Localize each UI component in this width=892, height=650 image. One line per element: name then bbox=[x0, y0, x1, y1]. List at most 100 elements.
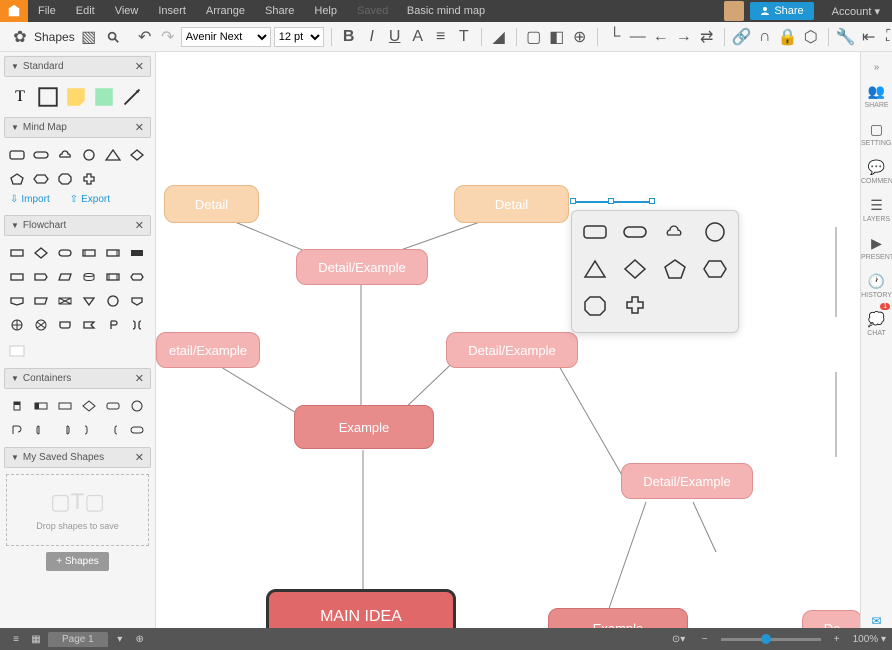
fc-s6[interactable] bbox=[128, 244, 146, 262]
ct-s6[interactable] bbox=[128, 397, 146, 415]
gear-icon[interactable]: ✿ bbox=[10, 27, 30, 47]
fc-s18[interactable] bbox=[128, 292, 146, 310]
ct-s11[interactable] bbox=[104, 421, 122, 439]
menu-edit[interactable]: Edit bbox=[66, 5, 105, 17]
user-avatar[interactable] bbox=[724, 1, 744, 21]
wrench-icon[interactable]: 🔧 bbox=[836, 27, 856, 47]
node-de-1[interactable]: Detail/Example bbox=[296, 249, 428, 285]
app-logo[interactable] bbox=[0, 0, 28, 22]
search-icon[interactable] bbox=[103, 27, 123, 47]
selection-handle[interactable] bbox=[649, 198, 655, 204]
pick-pentagon[interactable] bbox=[662, 258, 688, 285]
ct-s10[interactable] bbox=[80, 421, 98, 439]
canvas[interactable]: Detail Detail Detail/Example etail/Examp… bbox=[156, 52, 860, 650]
align-icon[interactable]: ≡ bbox=[431, 27, 451, 47]
collapse-icon[interactable]: ⇤ bbox=[859, 27, 879, 47]
fc-s9[interactable] bbox=[56, 268, 74, 286]
size-select[interactable]: 12 pt bbox=[274, 27, 324, 47]
panel-containers[interactable]: ▼Containers✕ bbox=[4, 368, 151, 389]
menu-arrange[interactable]: Arrange bbox=[196, 5, 255, 17]
zoom-slider[interactable] bbox=[721, 638, 821, 641]
link-icon[interactable]: 🔗 bbox=[732, 27, 752, 47]
arrow-start-icon[interactable]: ← bbox=[651, 27, 671, 47]
fc-s17[interactable] bbox=[104, 292, 122, 310]
mm-triangle[interactable] bbox=[104, 146, 122, 164]
zoom-target-icon[interactable]: ⊙▾ bbox=[669, 634, 689, 645]
export-link[interactable]: ⇧ Export bbox=[70, 194, 110, 205]
fc-s13[interactable] bbox=[8, 292, 26, 310]
text-options-icon[interactable]: T bbox=[454, 27, 474, 47]
fc-swatch[interactable] bbox=[8, 342, 26, 360]
panel-saved[interactable]: ▼My Saved Shapes✕ bbox=[4, 447, 151, 468]
share-button[interactable]: Share bbox=[750, 2, 813, 20]
mm-diamond[interactable] bbox=[128, 146, 146, 164]
mm-octagon[interactable] bbox=[56, 170, 74, 188]
fc-s14[interactable] bbox=[32, 292, 50, 310]
fc-s4[interactable] bbox=[80, 244, 98, 262]
close-icon[interactable]: ✕ bbox=[135, 372, 144, 385]
fc-s11[interactable] bbox=[104, 268, 122, 286]
italic-icon[interactable]: I bbox=[362, 27, 382, 47]
arrow-end-icon[interactable]: → bbox=[674, 27, 694, 47]
fc-s24[interactable] bbox=[128, 316, 146, 334]
pick-triangle[interactable] bbox=[582, 258, 608, 285]
image-icon[interactable]: ▧ bbox=[79, 27, 99, 47]
ct-s1[interactable] bbox=[8, 397, 26, 415]
fc-s19[interactable] bbox=[8, 316, 26, 334]
document-title[interactable]: Basic mind map bbox=[407, 5, 485, 17]
outline-icon[interactable]: ≡ bbox=[6, 634, 26, 645]
fc-s7[interactable] bbox=[8, 268, 26, 286]
menu-share[interactable]: Share bbox=[255, 5, 304, 17]
zoom-out-icon[interactable]: − bbox=[695, 634, 715, 645]
undo-icon[interactable]: ↶ bbox=[135, 27, 155, 47]
ct-s4[interactable] bbox=[80, 397, 98, 415]
lock-icon[interactable]: 🔒 bbox=[778, 27, 798, 47]
mm-pentagon[interactable] bbox=[8, 170, 26, 188]
text-shape[interactable]: T bbox=[10, 87, 30, 107]
fc-s15[interactable] bbox=[56, 292, 74, 310]
ct-s7[interactable] bbox=[8, 421, 26, 439]
account-menu[interactable]: Account ▾ bbox=[820, 5, 892, 18]
note-shape[interactable] bbox=[66, 87, 86, 107]
close-icon[interactable]: ✕ bbox=[135, 121, 144, 134]
add-shapes-button[interactable]: + Shapes bbox=[46, 552, 109, 571]
ct-s2[interactable] bbox=[32, 397, 50, 415]
pick-rect[interactable] bbox=[582, 221, 608, 248]
pick-circle[interactable] bbox=[702, 221, 728, 248]
menu-insert[interactable]: Insert bbox=[148, 5, 196, 17]
mm-circle[interactable] bbox=[80, 146, 98, 164]
line-icon[interactable]: └ bbox=[605, 27, 625, 47]
rp-present[interactable]: ▶PRESENT bbox=[861, 229, 892, 267]
line-swap-icon[interactable]: ⇄ bbox=[697, 27, 717, 47]
import-link[interactable]: ⇩ Import bbox=[10, 194, 50, 205]
fc-s1[interactable] bbox=[8, 244, 26, 262]
rp-share[interactable]: 👥SHARE bbox=[861, 77, 892, 115]
line-style-icon[interactable]: — bbox=[628, 27, 648, 47]
rp-settings[interactable]: ▢SETTINGS bbox=[861, 115, 892, 153]
shadow-icon[interactable]: ◧ bbox=[547, 27, 567, 47]
panel-flowchart[interactable]: ▼Flowchart✕ bbox=[4, 215, 151, 236]
mm-cloud[interactable] bbox=[56, 146, 74, 164]
node-de-4[interactable]: Detail/Example bbox=[621, 463, 753, 499]
rect-shape[interactable] bbox=[38, 87, 58, 107]
node-detail-1[interactable]: Detail bbox=[164, 185, 259, 223]
panel-standard[interactable]: ▼Standard✕ bbox=[4, 56, 151, 77]
fc-s3[interactable] bbox=[56, 244, 74, 262]
fullscreen-icon[interactable]: ⛶ bbox=[882, 27, 892, 47]
bold-icon[interactable]: B bbox=[339, 27, 359, 47]
pick-hexagon[interactable] bbox=[702, 258, 728, 285]
pick-cloud[interactable] bbox=[662, 221, 688, 248]
rp-comment[interactable]: 💬COMMENT bbox=[861, 153, 892, 191]
expand-right-icon[interactable]: » bbox=[870, 58, 884, 77]
ct-s5[interactable] bbox=[104, 397, 122, 415]
mm-rect[interactable] bbox=[8, 146, 26, 164]
ct-s9[interactable] bbox=[56, 421, 74, 439]
fc-s8[interactable] bbox=[32, 268, 50, 286]
underline-icon[interactable]: U bbox=[385, 27, 405, 47]
selection-handle[interactable] bbox=[608, 198, 614, 204]
page-menu-icon[interactable]: ▾ bbox=[110, 634, 130, 645]
selection-handle[interactable] bbox=[570, 198, 576, 204]
fc-s21[interactable] bbox=[56, 316, 74, 334]
close-icon[interactable]: ✕ bbox=[135, 219, 144, 232]
line-shape[interactable] bbox=[122, 87, 142, 107]
